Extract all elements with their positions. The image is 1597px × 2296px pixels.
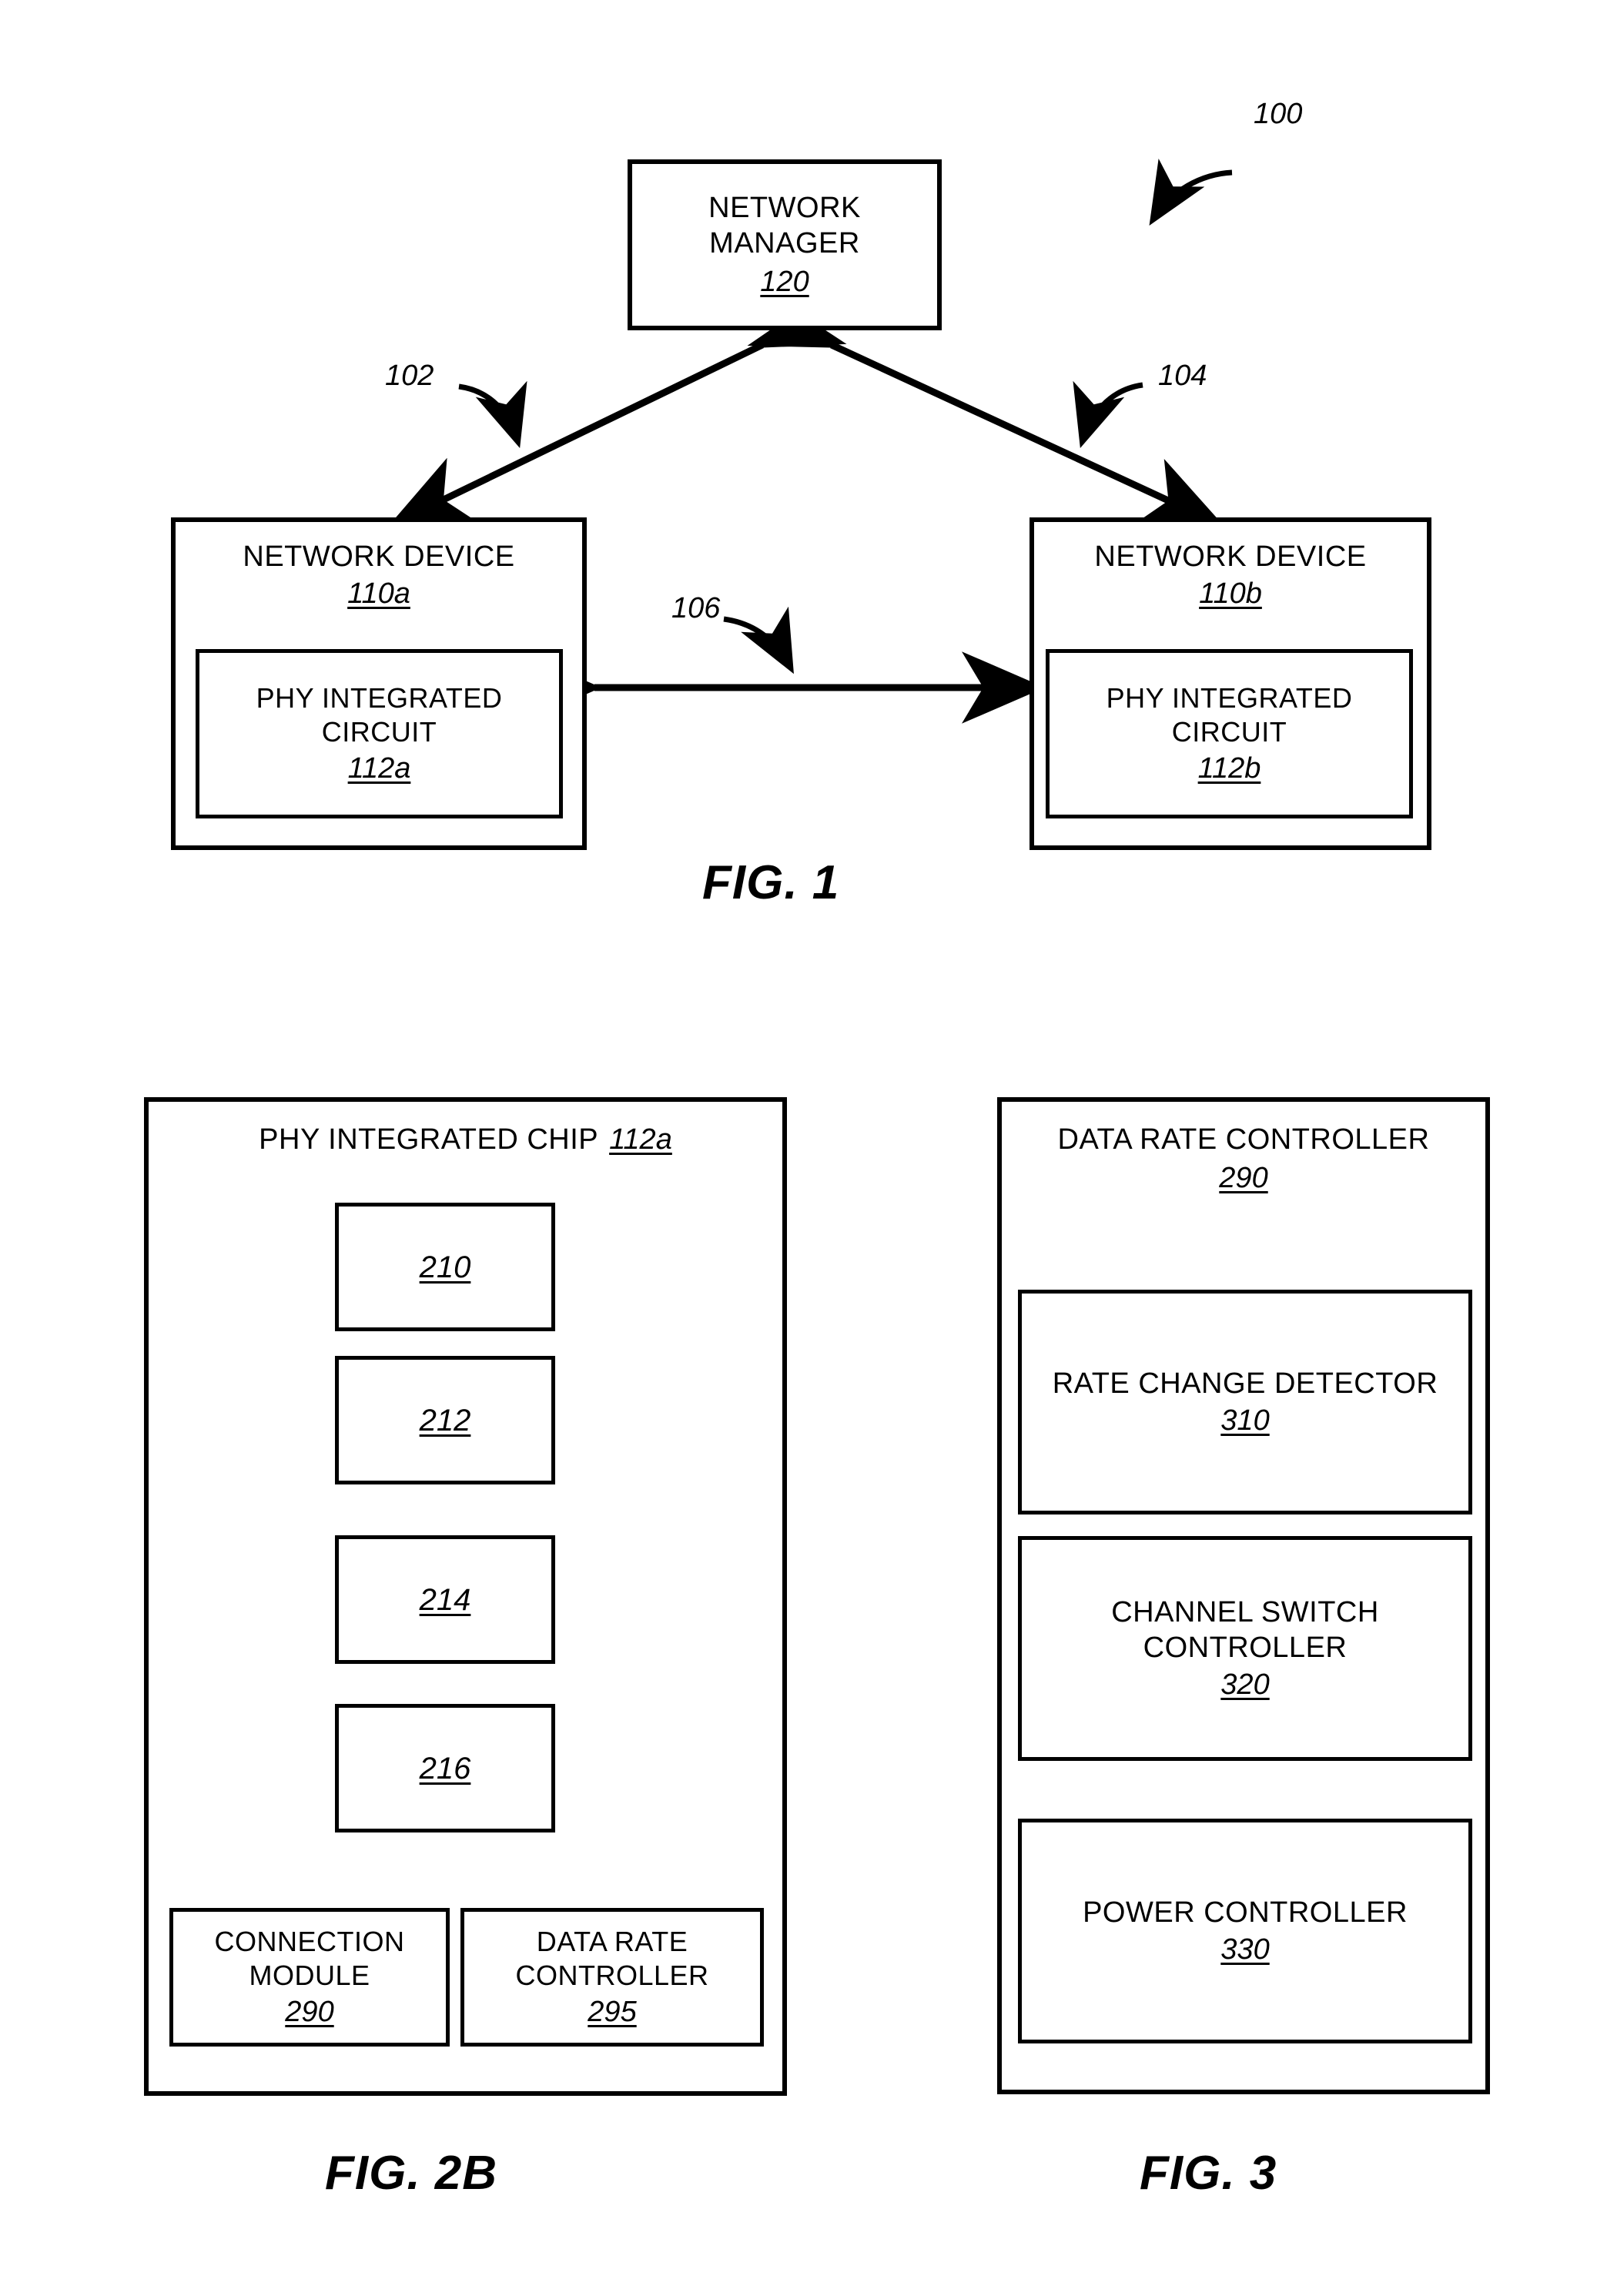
phy-integrated-chip-label: PHY INTEGRATED CHIP — [259, 1123, 599, 1156]
leader-100 — [1149, 159, 1233, 226]
power-controller-box: POWER CONTROLLER 330 — [1018, 1819, 1472, 2043]
phy-integrated-circuit-b-ref: 112b — [1197, 752, 1261, 785]
phy-integrated-circuit-a-box: PHY INTEGRATED CIRCUIT 112a — [196, 649, 563, 818]
reference-numeral-100: 100 — [1254, 98, 1303, 130]
chip-block-214-ref: 214 — [419, 1582, 471, 1617]
data-rate-controller-290-label: DATA RATE CONTROLLER — [1057, 1123, 1430, 1156]
network-device-b-label: NETWORK DEVICE — [1094, 541, 1367, 573]
connector-102 — [387, 279, 847, 527]
leader-104 — [1073, 380, 1143, 449]
chip-block-216: 216 — [335, 1704, 555, 1832]
phy-integrated-chip-title: PHY INTEGRATED CHIP 112a — [259, 1122, 672, 1157]
phy-integrated-circuit-a-label: PHY INTEGRATED CIRCUIT — [256, 682, 503, 748]
phy-integrated-circuit-a-ref: 112a — [347, 752, 411, 785]
chip-block-216-ref: 216 — [419, 1751, 471, 1786]
power-controller-ref: 330 — [1220, 1933, 1270, 1966]
connection-module-label: CONNECTION MODULE — [214, 1926, 405, 1991]
figure-1-caption: FIG. 1 — [702, 856, 840, 909]
data-rate-controller-290-ref: 290 — [1219, 1162, 1268, 1194]
channel-switch-controller-box: CHANNEL SWITCH CONTROLLER 320 — [1018, 1536, 1472, 1761]
channel-switch-controller-label: CHANNEL SWITCH CONTROLLER — [1111, 1596, 1379, 1664]
figure-3-caption: FIG. 3 — [1140, 2147, 1277, 2200]
figure-2b-caption: FIG. 2B — [325, 2147, 498, 2200]
data-rate-controller-295-box: DATA RATE CONTROLLER 295 — [460, 1908, 764, 2047]
rate-change-detector-ref: 310 — [1220, 1404, 1270, 1437]
chip-block-210: 210 — [335, 1203, 555, 1331]
channel-switch-controller-ref: 320 — [1220, 1668, 1270, 1701]
reference-numeral-102: 102 — [385, 360, 434, 392]
leader-102 — [458, 380, 527, 449]
network-manager-label: NETWORK MANAGER — [708, 192, 861, 259]
rate-change-detector-box: RATE CHANGE DETECTOR 310 — [1018, 1290, 1472, 1514]
reference-numeral-106: 106 — [671, 592, 721, 624]
power-controller-label: POWER CONTROLLER — [1083, 1896, 1408, 1929]
phy-integrated-chip-ref: 112a — [609, 1123, 672, 1156]
network-device-b-ref: 110b — [1199, 577, 1262, 610]
network-manager-ref: 120 — [760, 266, 809, 298]
network-manager-box: NETWORK MANAGER 120 — [628, 159, 942, 330]
chip-block-210-ref: 210 — [419, 1250, 471, 1284]
network-device-a-ref: 110a — [347, 577, 410, 610]
patent-drawing-sheet: 100 NETWORK MANAGER 120 NETWORK DEVICE 1… — [0, 0, 1597, 2296]
phy-integrated-circuit-b-label: PHY INTEGRATED CIRCUIT — [1106, 682, 1353, 748]
chip-block-214: 214 — [335, 1535, 555, 1664]
rate-change-detector-label: RATE CHANGE DETECTOR — [1052, 1367, 1438, 1400]
data-rate-controller-295-ref: 295 — [588, 1996, 637, 2028]
network-device-a-label: NETWORK DEVICE — [243, 541, 515, 573]
connection-module-box: CONNECTION MODULE 290 — [169, 1908, 450, 2047]
data-rate-controller-295-label: DATA RATE CONTROLLER — [515, 1926, 709, 1991]
chip-block-212-ref: 212 — [419, 1403, 471, 1438]
phy-integrated-circuit-b-box: PHY INTEGRATED CIRCUIT 112b — [1046, 649, 1413, 818]
chip-block-212: 212 — [335, 1356, 555, 1484]
connection-module-ref: 290 — [285, 1996, 334, 2028]
leader-106 — [723, 606, 794, 674]
reference-numeral-104: 104 — [1158, 360, 1207, 392]
